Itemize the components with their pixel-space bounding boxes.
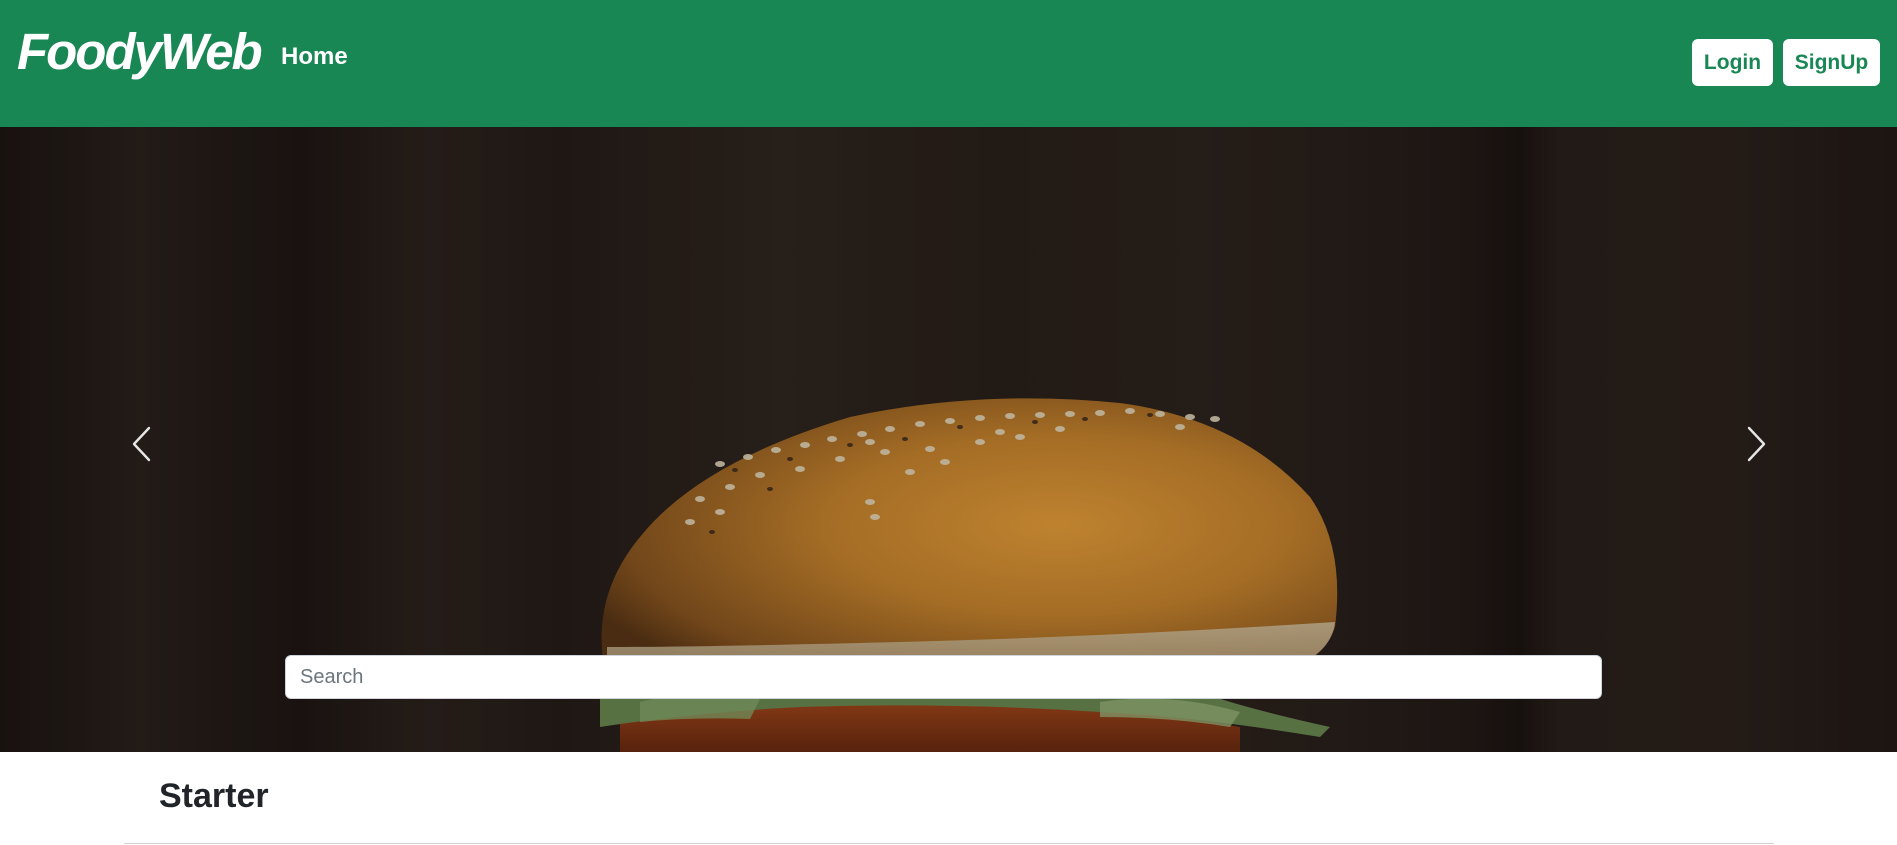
search-input[interactable] xyxy=(285,655,1602,699)
nav-link-home[interactable]: Home xyxy=(281,42,348,72)
signup-button[interactable]: SignUp xyxy=(1783,39,1880,86)
carousel-next-button[interactable] xyxy=(1736,414,1776,474)
brand-logo[interactable]: FoodyWeb xyxy=(17,22,263,82)
section-title-starter: Starter xyxy=(159,777,269,815)
login-button[interactable]: Login xyxy=(1692,39,1773,86)
chevron-right-icon xyxy=(1747,426,1766,462)
navbar: FoodyWeb Home Login SignUp xyxy=(0,0,1897,127)
section-divider xyxy=(124,843,1774,844)
chevron-left-icon xyxy=(132,426,151,462)
carousel-prev-button[interactable] xyxy=(122,414,162,474)
